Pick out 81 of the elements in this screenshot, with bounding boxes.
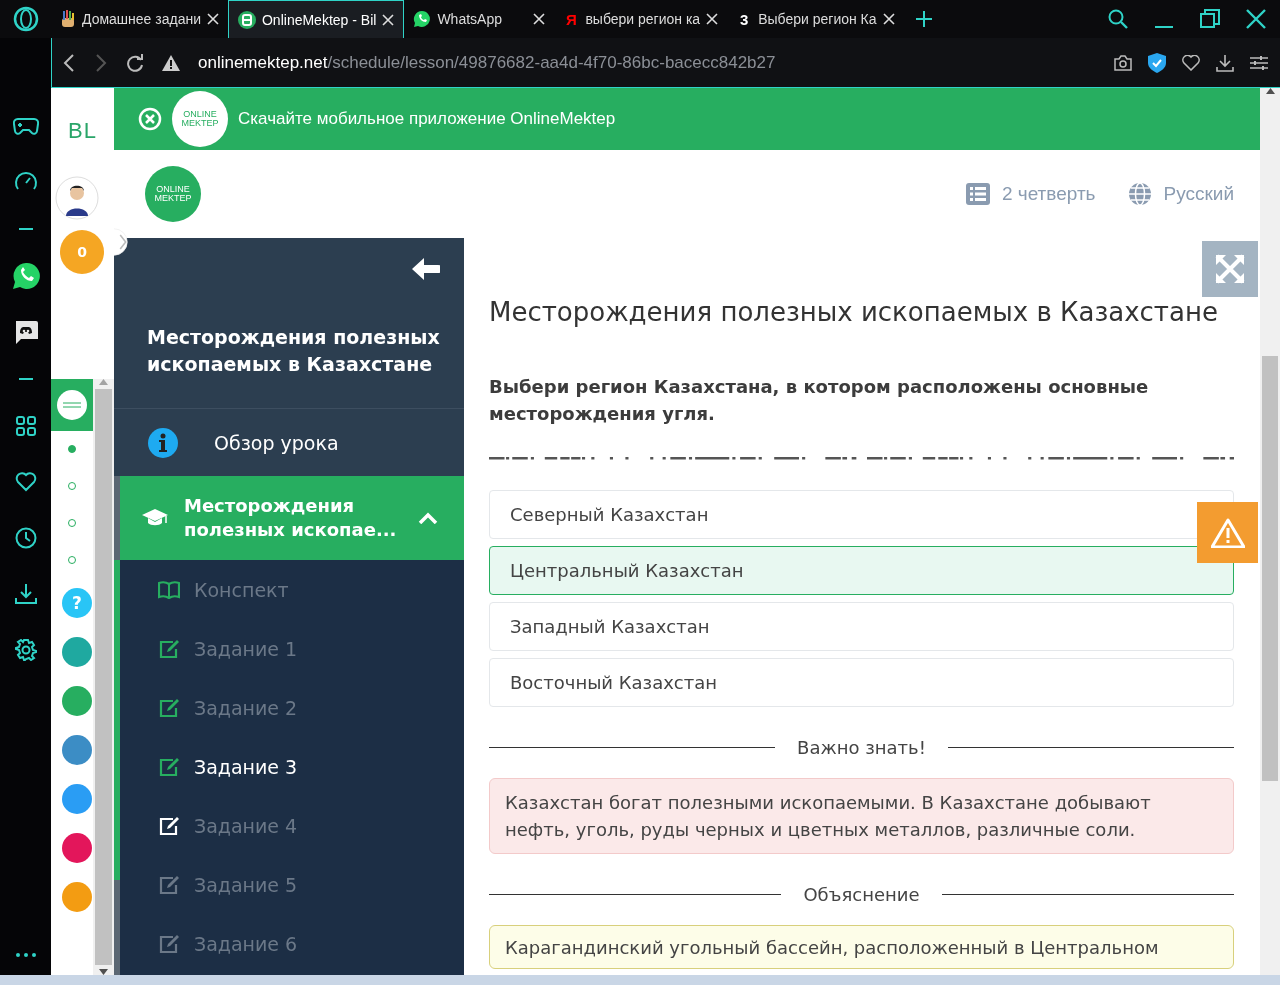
- browser-tab[interactable]: 3 Выбери регион Ка: [727, 0, 904, 38]
- back-icon[interactable]: [62, 53, 76, 72]
- info-note: Казахстан богат полезными ископаемыми. В Казахстане добывают нефть, уголь, руды черных и цветных металлов, различные соли.: [489, 778, 1234, 854]
- expand-arrows-icon: [1215, 254, 1245, 284]
- forward-icon[interactable]: [94, 53, 108, 72]
- settings-icon[interactable]: [14, 639, 37, 661]
- app-icon[interactable]: [62, 784, 92, 814]
- browser-tab[interactable]: Я выбери регион ка: [554, 0, 728, 38]
- logo-text: ONLINE: [183, 110, 217, 119]
- browser-tab[interactable]: OnlineMektep - Bil: [228, 0, 405, 38]
- question-text: Выбери регион Казахстана, в котором расположены основные месторождения угля.: [489, 375, 1150, 426]
- restore-icon[interactable]: [1200, 9, 1220, 29]
- chevron-up-icon: [418, 512, 438, 524]
- warning-icon: [162, 54, 180, 71]
- heart-icon[interactable]: [1182, 54, 1200, 71]
- explanation-note: Карагандинский угольный бассейн, расположенный в Центральном: [489, 925, 1234, 969]
- section-heading: Объяснение: [803, 884, 920, 905]
- gamepad-icon[interactable]: [12, 117, 39, 135]
- scrollbar-thumb[interactable]: [95, 389, 112, 965]
- back-arrow-icon[interactable]: [412, 258, 440, 280]
- lesson-overview-link[interactable]: Обзор урока: [114, 409, 464, 476]
- close-icon[interactable]: [706, 13, 719, 25]
- heart-icon[interactable]: [14, 472, 37, 492]
- clock-icon[interactable]: [14, 527, 37, 549]
- download-icon[interactable]: [1216, 53, 1234, 72]
- app-icon[interactable]: [62, 686, 92, 716]
- warning-icon: [1210, 517, 1245, 548]
- close-icon[interactable]: [207, 13, 219, 25]
- app-icon[interactable]: [62, 637, 92, 667]
- close-icon[interactable]: [882, 13, 895, 25]
- shield-icon[interactable]: [1148, 52, 1166, 73]
- new-tab-icon[interactable]: [915, 11, 932, 27]
- graduation-cap-icon: [142, 508, 168, 528]
- section-heading: Важно знать!: [797, 737, 926, 758]
- current-lesson-button[interactable]: [51, 379, 93, 431]
- lesson-title: Месторождения полезных ископаемых в Казахстане: [114, 300, 464, 409]
- reload-icon[interactable]: [126, 53, 144, 72]
- close-icon[interactable]: [533, 13, 546, 25]
- grid-icon[interactable]: [15, 416, 36, 436]
- info-icon: [148, 427, 178, 458]
- scrollbar-thumb[interactable]: [114, 560, 120, 880]
- list-icon[interactable]: [965, 183, 990, 205]
- globe-icon[interactable]: [1127, 182, 1152, 206]
- browser-tab[interactable]: WhatsApp: [404, 0, 555, 38]
- browser-tab[interactable]: Домашнее задани: [51, 0, 228, 38]
- separator-icon: [18, 378, 33, 380]
- separator-icon: [18, 228, 33, 230]
- logo-icon: [57, 390, 87, 420]
- hand-icon: [60, 10, 76, 28]
- app-icon: [238, 10, 256, 29]
- question-title: Месторождения полезных ископаемых в Казахстане: [489, 296, 1219, 329]
- close-icon[interactable]: [382, 13, 395, 26]
- sliders-icon[interactable]: [1250, 54, 1268, 71]
- sidebar-scrollbar[interactable]: [114, 476, 120, 975]
- opera-logo-icon: [12, 6, 39, 32]
- answer-option[interactable]: Центральный Казахстан: [489, 546, 1234, 595]
- app-icon[interactable]: [62, 833, 92, 863]
- tab-logo-icon: Я: [563, 10, 580, 28]
- step-dot[interactable]: [68, 445, 76, 453]
- logo-text: MEKTEP: [154, 194, 192, 203]
- logo-text: MEKTEP: [181, 119, 219, 128]
- whatsapp-icon: [413, 10, 432, 28]
- avatar-icon: [54, 176, 99, 220]
- lesson-step-link[interactable]: Задание 3: [120, 737, 464, 796]
- score-badge: 0: [60, 230, 104, 274]
- logo-text: ONLINE: [156, 185, 190, 194]
- close-icon[interactable]: [1246, 9, 1266, 29]
- search-icon[interactable]: [1108, 9, 1128, 29]
- answer-option[interactable]: Западный Казахстан: [489, 602, 1234, 651]
- scrollbar-thumb[interactable]: [1262, 356, 1278, 781]
- app-icon[interactable]: [62, 735, 92, 765]
- answer-option[interactable]: Северный Казахстан: [489, 490, 1234, 539]
- bl-logo: BL: [67, 118, 98, 145]
- whatsapp-icon[interactable]: [11, 262, 40, 290]
- tab-logo-icon: 3: [736, 10, 753, 28]
- expand-icon[interactable]: [114, 228, 128, 256]
- banner-text: Скачайте мобильное приложение OnlineMektep: [238, 109, 616, 129]
- camera-icon[interactable]: [1114, 54, 1132, 71]
- answer-option[interactable]: Восточный Казахстан: [489, 658, 1234, 707]
- more-icon[interactable]: [15, 953, 36, 957]
- download-icon[interactable]: [14, 583, 37, 605]
